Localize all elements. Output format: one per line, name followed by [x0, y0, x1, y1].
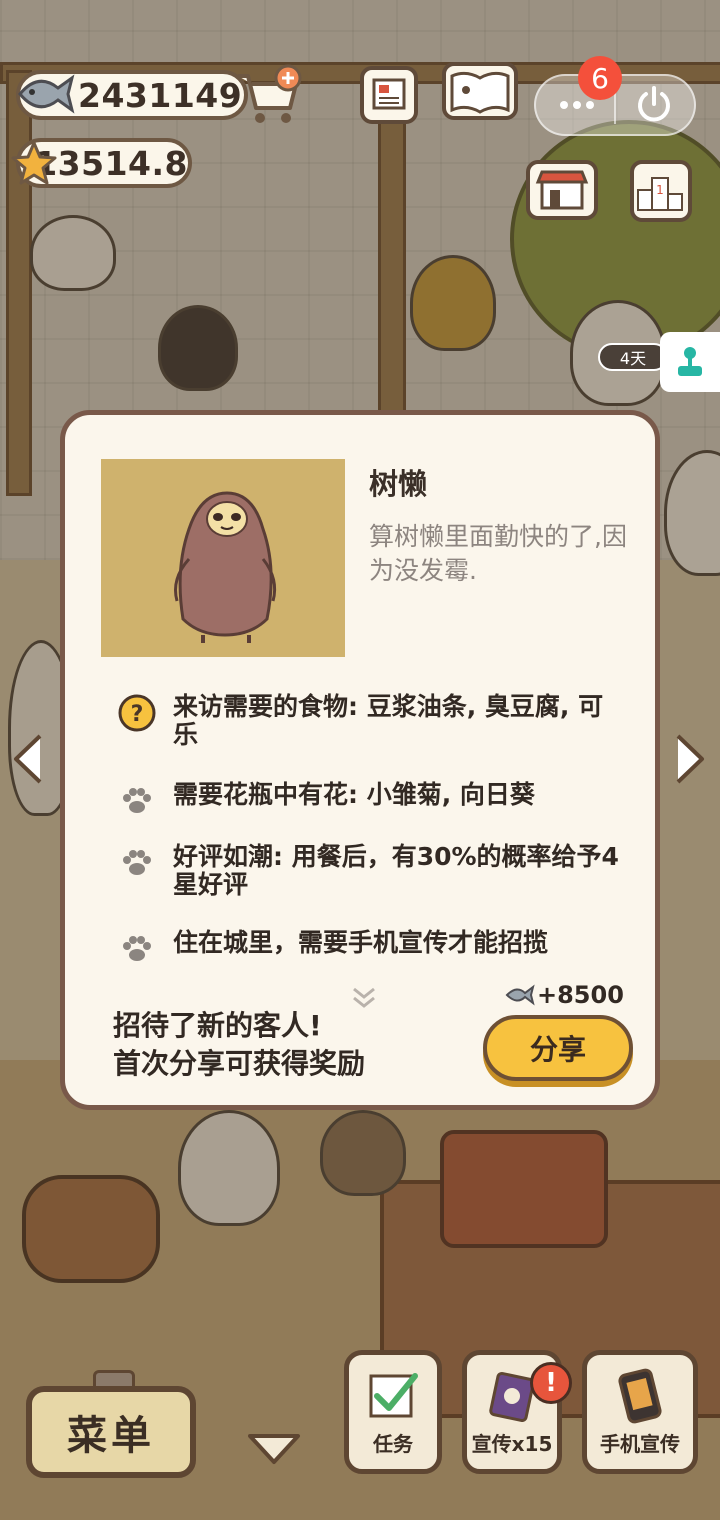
recipe-book-button[interactable]	[442, 62, 518, 120]
fish-icon	[505, 984, 535, 1006]
star-icon	[11, 141, 57, 185]
requirement-text: 来访需要的食物: 豆浆油条, 臭豆腐, 可乐	[173, 692, 604, 749]
question-icon: ?	[117, 693, 157, 733]
requirement-item: 好评如潮: 用餐后，有30%的概率给予4星好评	[117, 843, 623, 899]
store-button[interactable]	[526, 160, 598, 220]
event-days-tag: 4天	[598, 343, 668, 371]
paw-icon	[117, 781, 157, 821]
sloth-illustration	[174, 491, 277, 643]
fish-icon	[18, 74, 75, 114]
share-prompt: 招待了新的客人! 首次分享可获得奖励	[113, 1007, 365, 1083]
share-prompt-line2: 首次分享可获得奖励	[113, 1047, 366, 1080]
share-prompt-line1: 招待了新的客人!	[113, 1009, 322, 1042]
svg-text:?: ?	[131, 702, 144, 727]
customer-description: 算树懒里面勤快的了,因为没发霉.	[369, 522, 627, 585]
requirement-text: 需要花瓶中有花: 小雏菊, 向日葵	[173, 780, 535, 809]
paw-icon	[117, 929, 157, 969]
promo-label: 宣传x15	[471, 1432, 553, 1456]
requirement-text: 好评如潮: 用餐后，有30%的概率给予4星好评	[173, 842, 619, 899]
requirement-text: 住在城里，需要手机宣传才能招揽	[173, 928, 549, 957]
task-label: 任务	[373, 1432, 413, 1456]
promo-alert-icon: !	[530, 1362, 572, 1404]
notification-badge: 6	[578, 56, 622, 100]
checklist-icon	[369, 1373, 418, 1418]
share-reward-value: +8500	[537, 981, 624, 1009]
storefront-icon	[535, 170, 589, 210]
requirement-item: 需要花瓶中有花: 小雏菊, 向日葵	[117, 781, 623, 821]
newspaper-icon	[372, 78, 406, 110]
collapse-arrow-icon[interactable]	[246, 1432, 302, 1468]
power-icon	[638, 86, 670, 122]
svg-text:1: 1	[656, 183, 664, 197]
customer-name: 树懒	[369, 467, 428, 501]
share-button[interactable]: 分享	[483, 1015, 633, 1081]
customer-portrait	[101, 459, 345, 657]
phone-icon	[618, 1368, 662, 1424]
share-reward: +8500	[505, 981, 624, 1009]
previous-arrow[interactable]	[8, 730, 50, 788]
exit-button[interactable]	[630, 80, 678, 128]
paw-icon	[117, 843, 157, 883]
customer-info-dialog: 树懒 算树懒里面勤快的了,因为没发霉. ? 来访需要的食物: 豆浆油条, 臭豆腐…	[60, 410, 660, 1110]
podium-icon: 1	[637, 177, 683, 211]
next-arrow[interactable]	[668, 730, 710, 788]
phone-promo-label: 手机宣传	[600, 1432, 680, 1456]
open-book-icon	[450, 71, 510, 114]
side-event-tab[interactable]	[660, 332, 720, 392]
requirement-item: 住在城里，需要手机宣传才能招揽	[117, 929, 623, 969]
requirement-item: ? 来访需要的食物: 豆浆油条, 臭豆腐, 可乐	[117, 693, 623, 749]
leaderboard-button[interactable]: 1	[630, 160, 692, 222]
fish-currency-value: 2431149	[78, 75, 243, 115]
phone-promo-button[interactable]: 手机宣传	[582, 1350, 698, 1474]
task-button[interactable]: 任务	[344, 1350, 442, 1474]
menu-button[interactable]: 菜单	[26, 1386, 196, 1478]
newspaper-button[interactable]	[360, 66, 418, 124]
shop-cart-icon[interactable]	[232, 62, 304, 128]
joystick-icon	[678, 347, 702, 376]
